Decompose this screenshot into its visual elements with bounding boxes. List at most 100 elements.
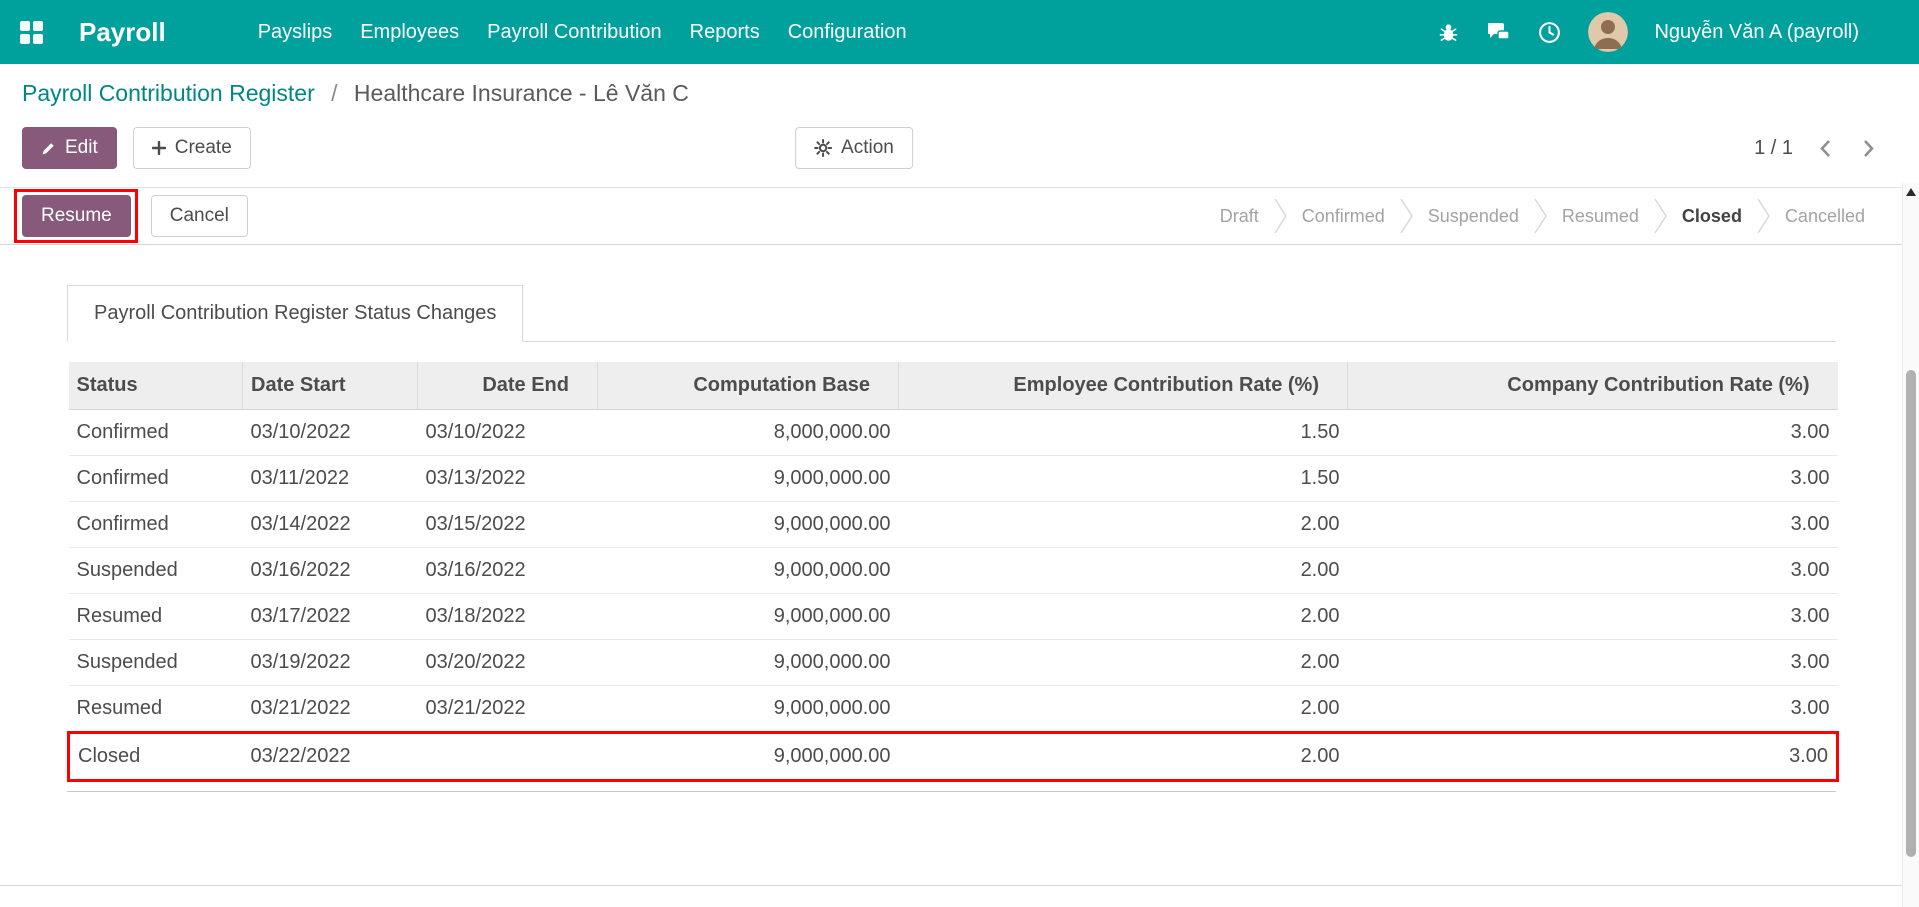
control-panel: Edit Create Action 1 / 1 (0, 115, 1919, 187)
menu-item[interactable]: Employees (346, 13, 473, 52)
vertical-scrollbar[interactable] (1902, 183, 1919, 907)
action-menu-button[interactable]: Action (795, 127, 913, 169)
table-cell: Resumed (68, 593, 243, 640)
form-sheet: Payroll Contribution Register Status Cha… (0, 245, 1919, 792)
column-header[interactable]: Employee Contribution Rate (%) (898, 362, 1348, 410)
table-cell: 03/19/2022 (242, 639, 418, 686)
messages-icon[interactable] (1486, 21, 1511, 44)
table-row[interactable]: Resumed 03/17/2022 03/18/2022 9,000,000.00 2… (68, 593, 1838, 640)
user-name[interactable]: Nguyễn Văn A (payroll) (1654, 21, 1859, 44)
main-menu: Payslips Employees Payroll Contribution Rep… (244, 13, 921, 52)
menu-item[interactable]: Payslips (244, 13, 346, 52)
avatar[interactable] (1588, 12, 1629, 52)
status-pipeline: Draft Confirmed Suspended Resumed Closed (1206, 196, 1879, 236)
edit-button[interactable]: Edit (22, 127, 117, 169)
status-pipeline-label: Confirmed (1301, 205, 1385, 226)
table-cell: 03/10/2022 (250, 421, 351, 443)
systray: Nguyễn Văn A (payroll) (1437, 12, 1859, 52)
cancel-button[interactable]: Cancel (150, 195, 248, 237)
table-row[interactable]: Suspended 03/16/2022 03/16/2022 9,000,000.0… (68, 547, 1838, 594)
breadcrumb-parent-link[interactable]: Payroll Contribution Register (22, 80, 315, 106)
status-pipeline-item[interactable]: Resumed (1548, 196, 1668, 236)
app-brand[interactable]: Payroll (79, 17, 166, 48)
column-header[interactable]: Status (68, 362, 243, 410)
table-cell: 9,000,000.00 (597, 639, 899, 686)
chevron-separator-icon (1654, 198, 1667, 234)
status-pipeline-item[interactable]: Closed (1668, 196, 1771, 236)
table-row[interactable]: Confirmed 03/10/2022 03/10/2022 8,000,000.0… (69, 410, 1838, 456)
table-cell: Confirmed (76, 421, 169, 443)
table-row[interactable]: Suspended 03/19/2022 03/20/2022 9,000,000.0… (68, 639, 1838, 686)
menu-item[interactable]: Reports (676, 13, 774, 52)
table-cell: 3.00 (1347, 731, 1839, 782)
table-row[interactable]: Confirmed 03/14/2022 03/15/2022 9,000,000.0… (68, 501, 1838, 548)
table-cell: 03/21/2022 (417, 685, 598, 733)
pager-previous-button[interactable] (1815, 134, 1836, 163)
table-cell: 9,000,000.00 (597, 731, 899, 782)
sheet-bottom-divider (0, 885, 1919, 886)
top-navbar: Payroll Payslips Employees Payroll Contrib… (0, 0, 1919, 64)
debug-bug-icon[interactable] (1437, 21, 1460, 44)
menu-item[interactable]: Payroll Contribution (473, 13, 676, 52)
table-cell: 03/16/2022 (417, 547, 598, 594)
plus-icon (151, 141, 166, 155)
breadcrumb: Payroll Contribution Register / Healthca… (0, 64, 1919, 115)
table-cell: 03/22/2022 (242, 731, 418, 782)
resume-button[interactable]: Resume (22, 195, 131, 237)
table-cell: 3.00 (1347, 593, 1838, 640)
status-changes-table: Status Date Start Date End Computation Base… (67, 362, 1839, 792)
column-header[interactable]: Company Contribution Rate (%) (1347, 362, 1838, 410)
status-pipeline-item[interactable]: Suspended (1414, 196, 1548, 236)
status-pipeline-item[interactable]: Confirmed (1288, 196, 1414, 236)
table-cell: 3.00 (1347, 685, 1838, 733)
column-header[interactable]: Date Start (242, 362, 418, 410)
column-header[interactable]: Date End (417, 362, 598, 410)
table-cell: 2.00 (898, 593, 1348, 640)
table-row[interactable]: Confirmed 03/11/2022 03/13/2022 9,000,000.0… (68, 455, 1838, 502)
activities-clock-icon[interactable] (1537, 20, 1562, 45)
table-cell: 9,000,000.00 (597, 501, 899, 548)
table-cell: 2.00 (898, 501, 1348, 548)
table-cell: 03/21/2022 (242, 685, 418, 733)
status-pipeline-item[interactable]: Cancelled (1771, 206, 1879, 227)
table-row[interactable]: Resumed 03/21/2022 03/21/2022 9,000,000.00 2… (68, 685, 1838, 733)
table-cell: 03/18/2022 (417, 593, 598, 640)
create-button-label: Create (174, 137, 232, 158)
column-header[interactable]: Computation Base (597, 362, 899, 410)
table-cell: 03/11/2022 (242, 455, 418, 502)
status-table-body: Confirmed 03/10/2022 03/10/2022 8,000,000.0… (67, 410, 1839, 782)
table-cell: 3.00 (1790, 421, 1830, 443)
apps-menu-icon[interactable] (18, 19, 45, 46)
table-cell: 2.00 (898, 547, 1348, 594)
table-cell: 9,000,000.00 (597, 685, 899, 733)
tab-status-changes[interactable]: Payroll Contribution Register Status Cha… (67, 285, 524, 342)
table-cell: 03/20/2022 (417, 639, 598, 686)
status-pipeline-label: Suspended (1427, 205, 1519, 226)
edit-button-label: Edit (65, 137, 98, 158)
chevron-separator-icon (1757, 198, 1770, 234)
table-cell: Suspended (68, 639, 243, 686)
table-cell: 9,000,000.00 (597, 547, 899, 594)
form-statusbar: Resume Cancel Draft Confirmed Suspended … (0, 187, 1919, 245)
table-row[interactable]: Closed 03/22/2022 9,000,000.00 2.00 3.00 (67, 731, 1839, 782)
status-pipeline-item[interactable]: Draft (1206, 196, 1288, 236)
table-cell: 03/16/2022 (242, 547, 418, 594)
scrollbar-thumb[interactable] (1906, 370, 1916, 857)
breadcrumb-separator: / (331, 80, 338, 106)
table-cell: 3.00 (1347, 547, 1838, 594)
scroll-up-arrow-icon[interactable] (1906, 188, 1916, 196)
pager-next-button[interactable] (1858, 134, 1879, 163)
table-header-row: Status Date Start Date End Computation Base… (68, 362, 1838, 410)
table-cell: 1.50 (898, 455, 1348, 502)
table-cell: 03/14/2022 (242, 501, 418, 548)
table-cell (417, 731, 598, 782)
table-cell: 3.00 (1347, 501, 1838, 548)
create-button[interactable]: Create (132, 127, 251, 169)
table-cell: 03/15/2022 (417, 501, 598, 548)
notebook-tabs: Payroll Contribution Register Status Cha… (67, 285, 1836, 342)
table-cell: 2.00 (898, 685, 1348, 733)
chevron-separator-icon (1274, 198, 1287, 234)
status-pipeline-label: Cancelled (1784, 205, 1865, 226)
status-pipeline-label: Resumed (1561, 205, 1639, 226)
menu-item[interactable]: Configuration (774, 13, 921, 52)
